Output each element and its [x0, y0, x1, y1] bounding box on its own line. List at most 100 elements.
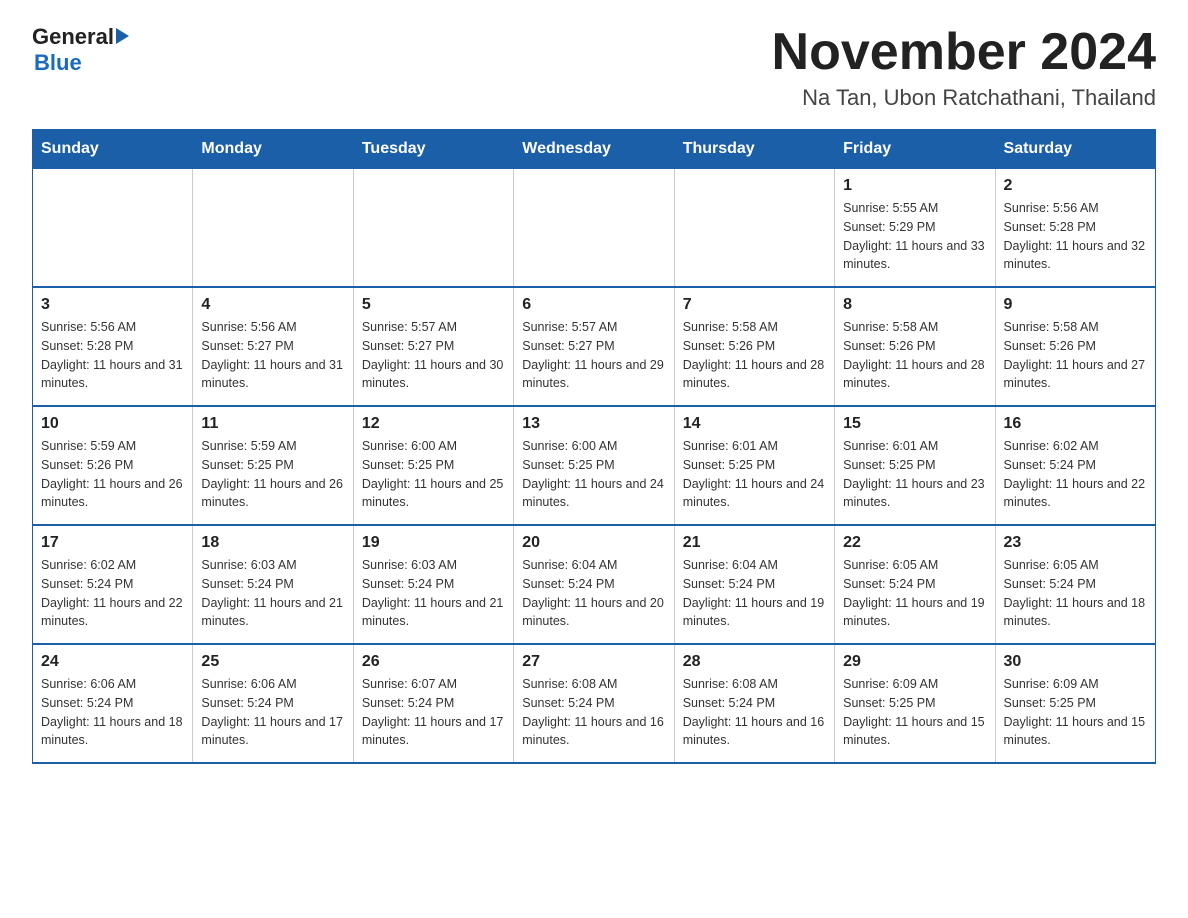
day-number: 13 [522, 415, 665, 433]
page-header: General Blue November 2024 Na Tan, Ubon … [32, 24, 1156, 111]
day-number: 1 [843, 177, 986, 195]
week-row-4: 17 Sunrise: 6:02 AMSunset: 5:24 PMDayligh… [33, 525, 1156, 644]
calendar-cell-w5-d6: 30 Sunrise: 6:09 AMSunset: 5:25 PMDayligh… [995, 644, 1155, 763]
day-number: 23 [1004, 534, 1147, 552]
calendar-cell-w2-d1: 4 Sunrise: 5:56 AMSunset: 5:27 PMDaylight… [193, 287, 353, 406]
calendar-cell-w1-d0 [33, 169, 193, 288]
calendar-cell-w3-d3: 13 Sunrise: 6:00 AMSunset: 5:25 PMDayligh… [514, 406, 674, 525]
day-number: 11 [201, 415, 344, 433]
day-info: Sunrise: 6:08 AMSunset: 5:24 PMDaylight:… [683, 675, 826, 750]
day-info: Sunrise: 5:58 AMSunset: 5:26 PMDaylight:… [843, 318, 986, 393]
calendar-cell-w3-d6: 16 Sunrise: 6:02 AMSunset: 5:24 PMDayligh… [995, 406, 1155, 525]
day-number: 17 [41, 534, 184, 552]
day-info: Sunrise: 6:05 AMSunset: 5:24 PMDaylight:… [843, 556, 986, 631]
header-saturday: Saturday [995, 130, 1155, 169]
day-info: Sunrise: 5:56 AMSunset: 5:28 PMDaylight:… [1004, 199, 1147, 274]
logo-arrow-icon [116, 28, 129, 44]
location-subtitle: Na Tan, Ubon Ratchathani, Thailand [772, 85, 1156, 111]
day-info: Sunrise: 5:58 AMSunset: 5:26 PMDaylight:… [683, 318, 826, 393]
day-number: 16 [1004, 415, 1147, 433]
calendar-cell-w2-d0: 3 Sunrise: 5:56 AMSunset: 5:28 PMDaylight… [33, 287, 193, 406]
day-info: Sunrise: 5:56 AMSunset: 5:27 PMDaylight:… [201, 318, 344, 393]
day-info: Sunrise: 6:06 AMSunset: 5:24 PMDaylight:… [41, 675, 184, 750]
calendar-cell-w2-d4: 7 Sunrise: 5:58 AMSunset: 5:26 PMDaylight… [674, 287, 834, 406]
day-info: Sunrise: 6:09 AMSunset: 5:25 PMDaylight:… [1004, 675, 1147, 750]
header-sunday: Sunday [33, 130, 193, 169]
day-number: 24 [41, 653, 184, 671]
calendar-cell-w2-d5: 8Sunrise: 5:58 AMSunset: 5:26 PMDaylight… [835, 287, 995, 406]
logo-blue-text: Blue [34, 50, 82, 75]
weekday-header-row: Sunday Monday Tuesday Wednesday Thursday… [33, 130, 1156, 169]
calendar-cell-w3-d5: 15Sunrise: 6:01 AMSunset: 5:25 PMDayligh… [835, 406, 995, 525]
header-friday: Friday [835, 130, 995, 169]
week-row-2: 3 Sunrise: 5:56 AMSunset: 5:28 PMDaylight… [33, 287, 1156, 406]
day-info: Sunrise: 6:02 AMSunset: 5:24 PMDaylight:… [41, 556, 184, 631]
month-title: November 2024 [772, 24, 1156, 81]
calendar-cell-w2-d3: 6Sunrise: 5:57 AMSunset: 5:27 PMDaylight… [514, 287, 674, 406]
logo: General Blue [32, 24, 129, 76]
day-info: Sunrise: 5:58 AMSunset: 5:26 PMDaylight:… [1004, 318, 1147, 393]
calendar-cell-w2-d2: 5 Sunrise: 5:57 AMSunset: 5:27 PMDaylight… [353, 287, 513, 406]
day-number: 3 [41, 296, 184, 314]
calendar-cell-w3-d0: 10 Sunrise: 5:59 AMSunset: 5:26 PMDayligh… [33, 406, 193, 525]
day-info: Sunrise: 6:03 AMSunset: 5:24 PMDaylight:… [362, 556, 505, 631]
header-wednesday: Wednesday [514, 130, 674, 169]
day-number: 5 [362, 296, 505, 314]
day-info: Sunrise: 5:57 AMSunset: 5:27 PMDaylight:… [362, 318, 505, 393]
calendar-cell-w2-d6: 9 Sunrise: 5:58 AMSunset: 5:26 PMDaylight… [995, 287, 1155, 406]
day-info: Sunrise: 6:02 AMSunset: 5:24 PMDaylight:… [1004, 437, 1147, 512]
calendar-cell-w1-d4 [674, 169, 834, 288]
title-area: November 2024 Na Tan, Ubon Ratchathani, … [772, 24, 1156, 111]
day-number: 22 [843, 534, 986, 552]
calendar-cell-w4-d4: 21 Sunrise: 6:04 AMSunset: 5:24 PMDayligh… [674, 525, 834, 644]
day-info: Sunrise: 6:06 AMSunset: 5:24 PMDaylight:… [201, 675, 344, 750]
day-info: Sunrise: 6:00 AMSunset: 5:25 PMDaylight:… [362, 437, 505, 512]
calendar-cell-w4-d5: 22 Sunrise: 6:05 AMSunset: 5:24 PMDayligh… [835, 525, 995, 644]
day-number: 14 [683, 415, 826, 433]
calendar-cell-w5-d2: 26Sunrise: 6:07 AMSunset: 5:24 PMDayligh… [353, 644, 513, 763]
day-info: Sunrise: 5:59 AMSunset: 5:26 PMDaylight:… [41, 437, 184, 512]
day-number: 7 [683, 296, 826, 314]
day-info: Sunrise: 5:55 AMSunset: 5:29 PMDaylight:… [843, 199, 986, 274]
calendar-cell-w5-d3: 27 Sunrise: 6:08 AMSunset: 5:24 PMDayligh… [514, 644, 674, 763]
calendar-cell-w5-d5: 29 Sunrise: 6:09 AMSunset: 5:25 PMDayligh… [835, 644, 995, 763]
calendar-cell-w1-d5: 1 Sunrise: 5:55 AMSunset: 5:29 PMDaylight… [835, 169, 995, 288]
calendar-cell-w5-d0: 24 Sunrise: 6:06 AMSunset: 5:24 PMDayligh… [33, 644, 193, 763]
header-thursday: Thursday [674, 130, 834, 169]
day-info: Sunrise: 6:09 AMSunset: 5:25 PMDaylight:… [843, 675, 986, 750]
header-monday: Monday [193, 130, 353, 169]
day-number: 30 [1004, 653, 1147, 671]
day-number: 28 [683, 653, 826, 671]
day-info: Sunrise: 5:56 AMSunset: 5:28 PMDaylight:… [41, 318, 184, 393]
calendar-cell-w3-d4: 14Sunrise: 6:01 AMSunset: 5:25 PMDayligh… [674, 406, 834, 525]
day-number: 21 [683, 534, 826, 552]
day-number: 15 [843, 415, 986, 433]
day-number: 19 [362, 534, 505, 552]
calendar-cell-w3-d2: 12Sunrise: 6:00 AMSunset: 5:25 PMDayligh… [353, 406, 513, 525]
calendar-cell-w1-d1 [193, 169, 353, 288]
day-info: Sunrise: 6:00 AMSunset: 5:25 PMDaylight:… [522, 437, 665, 512]
day-number: 20 [522, 534, 665, 552]
calendar-cell-w1-d3 [514, 169, 674, 288]
calendar-cell-w5-d1: 25Sunrise: 6:06 AMSunset: 5:24 PMDayligh… [193, 644, 353, 763]
day-info: Sunrise: 6:04 AMSunset: 5:24 PMDaylight:… [522, 556, 665, 631]
day-number: 10 [41, 415, 184, 433]
calendar-cell-w4-d0: 17 Sunrise: 6:02 AMSunset: 5:24 PMDayligh… [33, 525, 193, 644]
calendar-cell-w1-d2 [353, 169, 513, 288]
calendar-cell-w4-d3: 20 Sunrise: 6:04 AMSunset: 5:24 PMDayligh… [514, 525, 674, 644]
day-number: 26 [362, 653, 505, 671]
day-info: Sunrise: 5:59 AMSunset: 5:25 PMDaylight:… [201, 437, 344, 512]
day-number: 6 [522, 296, 665, 314]
calendar-cell-w5-d4: 28 Sunrise: 6:08 AMSunset: 5:24 PMDayligh… [674, 644, 834, 763]
day-number: 4 [201, 296, 344, 314]
day-number: 9 [1004, 296, 1147, 314]
week-row-1: 1 Sunrise: 5:55 AMSunset: 5:29 PMDaylight… [33, 169, 1156, 288]
week-row-5: 24 Sunrise: 6:06 AMSunset: 5:24 PMDayligh… [33, 644, 1156, 763]
day-info: Sunrise: 6:08 AMSunset: 5:24 PMDaylight:… [522, 675, 665, 750]
day-number: 2 [1004, 177, 1147, 195]
day-number: 29 [843, 653, 986, 671]
day-number: 27 [522, 653, 665, 671]
calendar-table: Sunday Monday Tuesday Wednesday Thursday… [32, 129, 1156, 764]
day-info: Sunrise: 6:04 AMSunset: 5:24 PMDaylight:… [683, 556, 826, 631]
header-tuesday: Tuesday [353, 130, 513, 169]
